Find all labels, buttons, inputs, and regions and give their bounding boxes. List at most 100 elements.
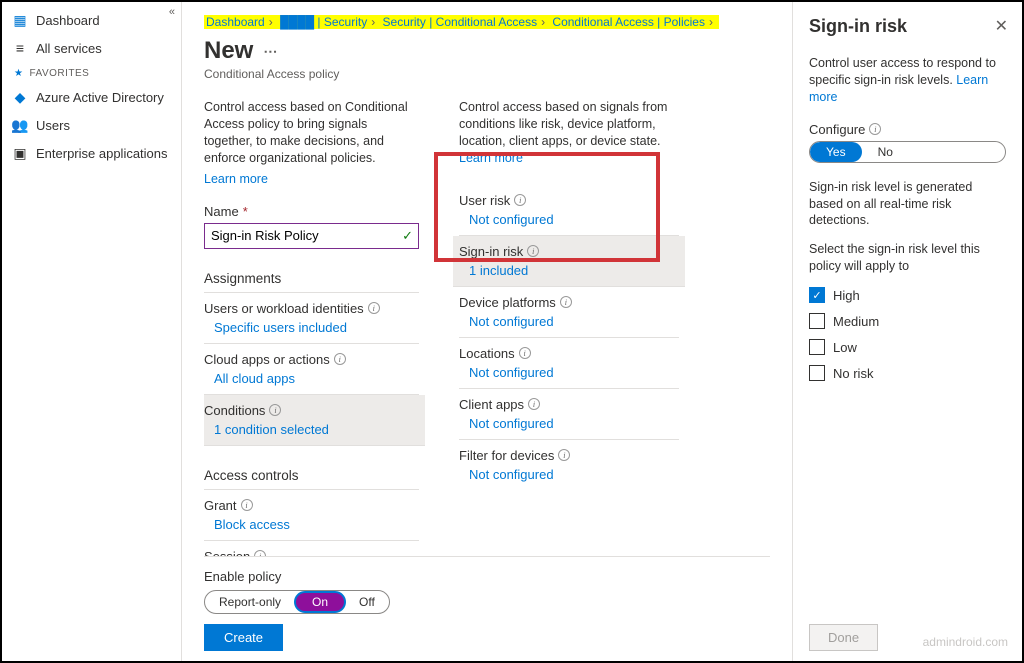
close-icon[interactable]: ✕ (995, 16, 1008, 36)
risk-option-low[interactable]: Low (809, 339, 1006, 355)
page-title: New ⋯ (204, 37, 770, 65)
policy-description: Control access based on Conditional Acce… (204, 99, 419, 167)
condition-value[interactable]: Not configured (459, 212, 679, 227)
favorites-header: ★FAVORITES (2, 62, 181, 83)
create-button[interactable]: Create (204, 624, 283, 651)
nav-dashboard[interactable]: ▦ Dashboard (2, 6, 181, 34)
signin-risk-panel: ✕ Sign-in risk Control user access to re… (792, 2, 1022, 661)
condition-signin-risk[interactable]: Sign-in risk i 1 included (453, 236, 685, 287)
done-button[interactable]: Done (809, 624, 878, 651)
condition-locations[interactable]: Locations i Not configured (459, 338, 679, 389)
conditions-description: Control access based on signals from con… (459, 99, 679, 167)
list-icon: ≡ (12, 40, 28, 56)
enable-policy-toggle[interactable]: Report-only On Off (204, 590, 390, 614)
breadcrumb-item[interactable]: Conditional Access | Policies (552, 15, 705, 29)
configure-toggle[interactable]: Yes No (809, 141, 1006, 163)
info-icon: i (241, 499, 253, 511)
configure-label: Configure i (809, 122, 1006, 137)
info-icon: i (528, 398, 540, 410)
sidebar: « ▦ Dashboard ≡ All services ★FAVORITES … (2, 2, 182, 661)
panel-description: Control user access to respond to specif… (809, 55, 1006, 106)
setting-value[interactable]: Block access (204, 517, 419, 532)
checkbox-icon[interactable] (809, 365, 825, 381)
risk-option-high[interactable]: ✓ High (809, 287, 1006, 303)
nav-label: Enterprise applications (36, 146, 168, 161)
nav-label: Dashboard (36, 13, 100, 28)
info-icon: i (558, 449, 570, 461)
nav-aad[interactable]: ◆ Azure Active Directory (2, 83, 181, 111)
assignments-header: Assignments (204, 271, 419, 293)
info-icon: i (514, 194, 526, 206)
nav-label: Users (36, 118, 70, 133)
select-risk-label: Select the sign-in risk level this polic… (809, 241, 1006, 275)
setting-value[interactable]: All cloud apps (204, 371, 419, 386)
watermark: admindroid.com (923, 635, 1008, 649)
breadcrumb: Dashboard› ████ | Security› Security | C… (204, 15, 719, 29)
policy-name-input[interactable] (204, 223, 419, 249)
toggle-on[interactable]: On (294, 591, 346, 613)
toggle-yes[interactable]: Yes (810, 142, 862, 162)
setting-cloud-apps[interactable]: Cloud apps or actions i All cloud apps (204, 344, 419, 395)
condition-filter-devices[interactable]: Filter for devices i Not configured (459, 440, 679, 490)
toggle-off[interactable]: Off (345, 591, 389, 613)
risk-option-norisk[interactable]: No risk (809, 365, 1006, 381)
info-icon: i (269, 404, 281, 416)
dashboard-icon: ▦ (12, 12, 28, 28)
condition-value[interactable]: Not configured (459, 365, 679, 380)
condition-value[interactable]: 1 included (459, 263, 679, 278)
learn-more-link[interactable]: Learn more (204, 172, 268, 186)
setting-conditions[interactable]: Conditions i 1 condition selected (204, 395, 425, 446)
condition-value[interactable]: Not configured (459, 314, 679, 329)
setting-session[interactable]: Session i 0 controls selected (204, 541, 419, 557)
toggle-no[interactable]: No (862, 142, 909, 162)
breadcrumb-item[interactable]: ████ | Security (280, 15, 367, 29)
breadcrumb-item[interactable]: Security | Conditional Access (383, 15, 538, 29)
nav-users[interactable]: 👥 Users (2, 111, 181, 139)
users-icon: 👥 (12, 117, 28, 133)
more-actions-icon[interactable]: ⋯ (263, 43, 277, 60)
apps-icon: ▣ (12, 145, 28, 161)
info-icon: i (560, 296, 572, 308)
condition-value[interactable]: Not configured (459, 416, 679, 431)
info-icon: i (334, 353, 346, 365)
setting-grant[interactable]: Grant i Block access (204, 490, 419, 541)
checkbox-icon[interactable] (809, 313, 825, 329)
setting-value[interactable]: 1 condition selected (204, 422, 419, 437)
toggle-report-only[interactable]: Report-only (205, 591, 295, 613)
condition-value[interactable]: Not configured (459, 467, 679, 482)
collapse-sidebar-icon[interactable]: « (169, 6, 175, 18)
nav-enterprise-apps[interactable]: ▣ Enterprise applications (2, 139, 181, 167)
option-label: Medium (833, 314, 879, 329)
name-label: Name * (204, 204, 419, 219)
option-label: Low (833, 340, 857, 355)
nav-label: All services (36, 41, 102, 56)
setting-users[interactable]: Users or workload identities i Specific … (204, 293, 419, 344)
page-subtitle: Conditional Access policy (204, 67, 770, 81)
check-icon: ✓ (402, 228, 413, 244)
info-icon: i (527, 245, 539, 257)
risk-detection-info: Sign-in risk level is generated based on… (809, 179, 1006, 230)
option-label: High (833, 288, 860, 303)
star-icon: ★ (14, 68, 23, 79)
nav-all-services[interactable]: ≡ All services (2, 34, 181, 62)
breadcrumb-item[interactable]: Dashboard (206, 15, 265, 29)
condition-user-risk[interactable]: User risk i Not configured (459, 185, 679, 236)
risk-option-medium[interactable]: Medium (809, 313, 1006, 329)
checkbox-icon[interactable]: ✓ (809, 287, 825, 303)
setting-value[interactable]: Specific users included (204, 320, 419, 335)
option-label: No risk (833, 366, 873, 381)
learn-more-link[interactable]: Learn more (459, 151, 523, 165)
checkbox-icon[interactable] (809, 339, 825, 355)
enable-policy-label: Enable policy (204, 569, 770, 584)
nav-label: Azure Active Directory (36, 90, 164, 105)
footer: Enable policy Report-only On Off Create (204, 556, 770, 661)
access-controls-header: Access controls (204, 468, 419, 490)
condition-device-platforms[interactable]: Device platforms i Not configured (459, 287, 679, 338)
info-icon: i (519, 347, 531, 359)
policy-form-column: Control access based on Conditional Acce… (204, 99, 419, 556)
info-icon: i (368, 302, 380, 314)
conditions-column: Control access based on signals from con… (459, 99, 679, 556)
info-icon: i (869, 123, 881, 135)
condition-client-apps[interactable]: Client apps i Not configured (459, 389, 679, 440)
main-content: Dashboard› ████ | Security› Security | C… (182, 2, 792, 661)
